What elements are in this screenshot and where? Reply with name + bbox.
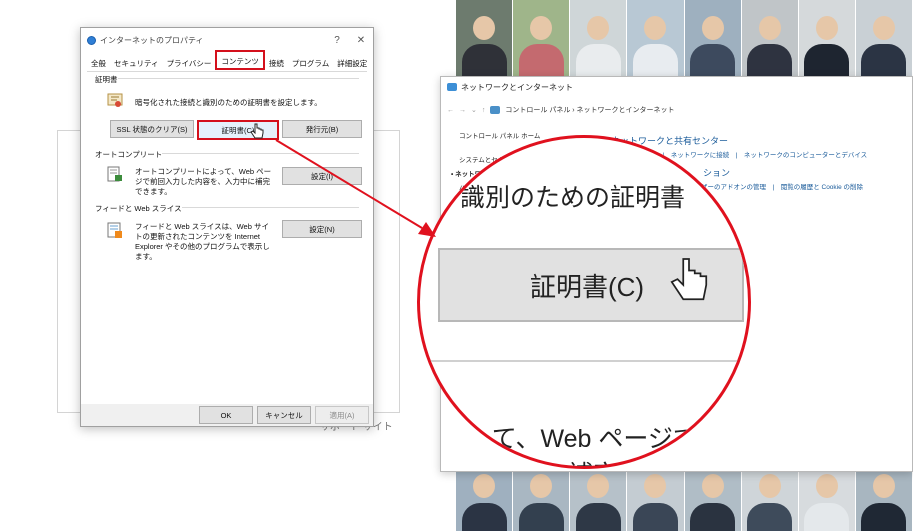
callout-arrowhead [418, 222, 436, 237]
screenshot-stage: サポート サイト ネットワークとインターネット ← → ⌄ ↑ コントロール パ… [0, 0, 913, 531]
callout-arrow [275, 139, 436, 237]
callout-line [275, 139, 423, 229]
